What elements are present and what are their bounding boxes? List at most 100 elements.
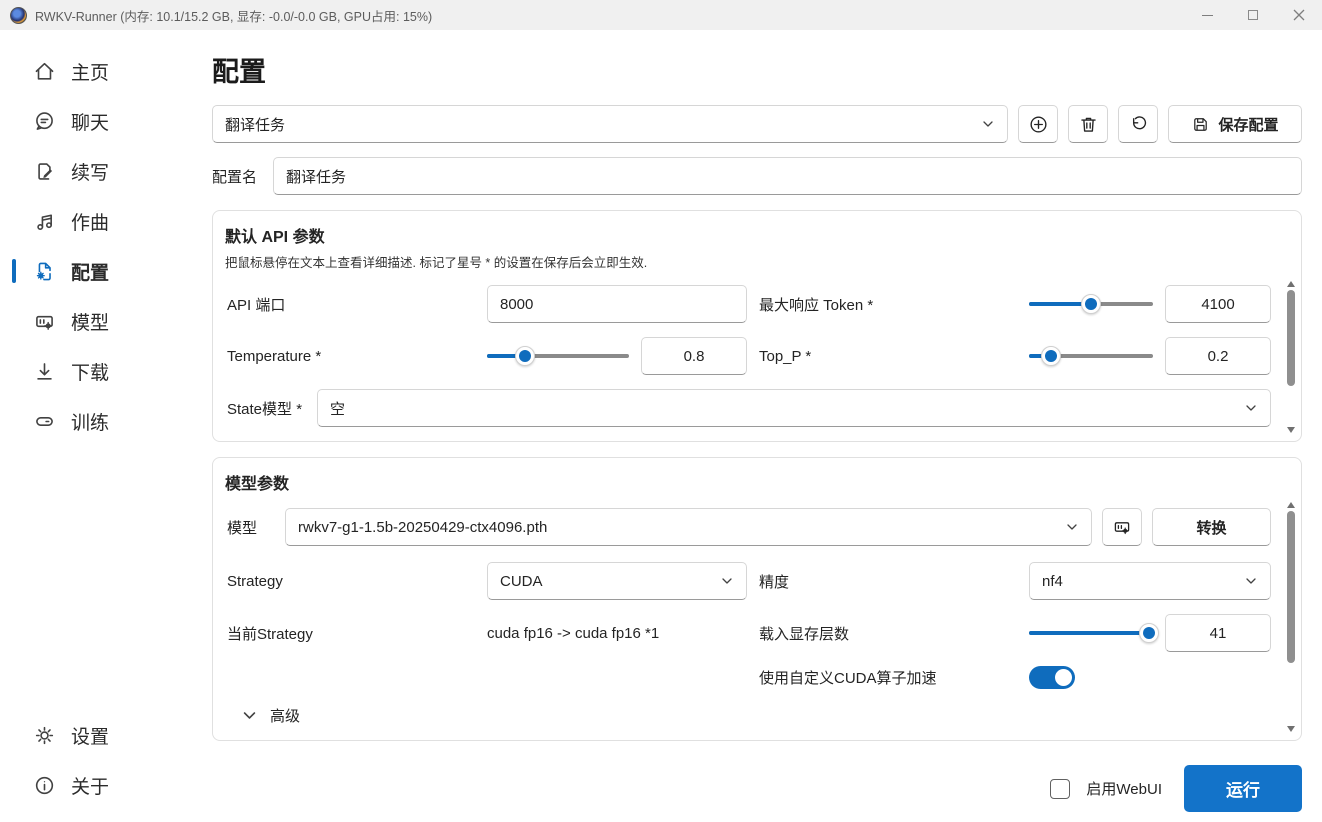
slider-thumb[interactable] — [1041, 346, 1062, 366]
strategy-select[interactable]: CUDA — [487, 562, 747, 600]
close-button[interactable] — [1276, 0, 1322, 30]
gpu-layers-value: 41 — [1209, 624, 1227, 642]
manage-models-button[interactable] — [1102, 508, 1142, 546]
sidebar-item-label: 主页 — [71, 62, 110, 84]
delete-config-button[interactable] — [1068, 105, 1108, 143]
train-icon — [32, 409, 56, 433]
save-icon — [1194, 117, 1208, 131]
model-manage-icon — [1114, 522, 1130, 535]
chevron-down-icon — [1067, 524, 1077, 530]
model-row: 模型 rwkv7-g1-1.5b-20250429-ctx4096.pth 转换 — [225, 508, 1271, 546]
enable-webui-checkbox[interactable] — [1050, 778, 1071, 799]
run-button[interactable]: 运行 — [1184, 765, 1302, 812]
custom-cuda-toggle[interactable] — [1029, 666, 1075, 689]
sidebar-item-label: 配置 — [71, 262, 110, 284]
minimize-icon — [1201, 14, 1213, 16]
scrollbar-thumb[interactable] — [1287, 290, 1295, 386]
strategy-value: CUDA — [500, 572, 543, 590]
top-p-input[interactable]: 0.2 — [1165, 337, 1271, 375]
sidebar-item-home[interactable]: 主页 — [0, 46, 190, 96]
home-icon — [32, 59, 56, 83]
sidebar-item-configs[interactable]: 配置 — [0, 246, 190, 296]
plus-circle-icon — [1029, 115, 1047, 133]
config-name-label: 配置名 — [212, 168, 258, 186]
config-name-value: 翻译任务 — [286, 168, 347, 186]
sidebar-item-label: 聊天 — [71, 112, 110, 134]
sidebar-item-chat[interactable]: 聊天 — [0, 96, 190, 146]
sidebar-item-downloads[interactable]: 下载 — [0, 346, 190, 396]
scroll-up-icon[interactable] — [1287, 502, 1295, 508]
model-card-scrollbar[interactable] — [1284, 502, 1298, 732]
advanced-toggle[interactable]: 高级 — [225, 705, 1271, 726]
sidebar-item-settings[interactable]: 设置 — [0, 710, 190, 760]
maximize-button[interactable] — [1230, 0, 1276, 30]
chevron-down-icon — [722, 578, 732, 584]
temperature-slider[interactable] — [487, 346, 629, 366]
config-name-row: 配置名 翻译任务 — [212, 157, 1302, 195]
config-preset-value: 翻译任务 — [225, 116, 286, 134]
config-name-input[interactable]: 翻译任务 — [273, 157, 1302, 195]
api-port-value: 8000 — [500, 295, 534, 313]
api-card-scrollbar[interactable] — [1284, 281, 1298, 433]
scroll-down-icon[interactable] — [1287, 726, 1295, 732]
config-toolbar: 翻译任务 保存配置 — [212, 105, 1302, 143]
settings-icon — [32, 723, 56, 747]
model-label: 模型 — [227, 519, 258, 537]
sidebar-item-label: 下载 — [71, 362, 110, 384]
state-model-select[interactable]: 空 — [317, 389, 1271, 427]
temperature-value: 0.8 — [683, 347, 705, 365]
add-config-button[interactable] — [1018, 105, 1058, 143]
app-logo-icon — [10, 6, 27, 24]
page-title: 配置 — [212, 57, 266, 87]
state-model-value: 空 — [330, 400, 346, 418]
gpu-layers-slider[interactable] — [1029, 623, 1160, 643]
save-config-label: 保存配置 — [1218, 116, 1279, 134]
sidebar-item-about[interactable]: 关于 — [0, 760, 190, 810]
scroll-down-icon[interactable] — [1287, 427, 1295, 433]
max-token-slider[interactable] — [1029, 294, 1153, 314]
slider-thumb[interactable] — [515, 346, 536, 366]
top-p-slider[interactable] — [1029, 346, 1153, 366]
chevron-down-icon — [243, 712, 256, 719]
minimize-button[interactable] — [1184, 0, 1230, 30]
about-icon — [32, 773, 56, 797]
api-params-card: 默认 API 参数 把鼠标悬停在文本上查看详细描述. 标记了星号 * 的设置在保… — [212, 210, 1302, 442]
slider-thumb[interactable] — [1139, 623, 1160, 643]
model-select[interactable]: rwkv7-g1-1.5b-20250429-ctx4096.pth — [285, 508, 1092, 546]
config-icon — [32, 259, 56, 283]
strategy-label: Strategy — [227, 572, 283, 590]
sidebar-item-label: 续写 — [71, 162, 110, 184]
api-section-subtitle: 把鼠标悬停在文本上查看详细描述. 标记了星号 * 的设置在保存后会立即生效. — [225, 256, 648, 270]
chevron-down-icon — [983, 121, 993, 127]
convert-button[interactable]: 转换 — [1152, 508, 1271, 546]
chevron-down-icon — [1246, 578, 1256, 584]
sidebar-item-label: 作曲 — [71, 212, 110, 234]
temperature-label: Temperature * — [227, 347, 322, 365]
models-icon — [32, 309, 56, 333]
precision-select[interactable]: nf4 — [1029, 562, 1271, 600]
model-params-card: 模型参数 模型 rwkv7-g1-1.5b-20250429-ctx4096.p… — [212, 457, 1302, 741]
footer-bar: 启用WebUI 运行 — [212, 755, 1302, 812]
scroll-up-icon[interactable] — [1287, 281, 1295, 287]
gpu-layers-input[interactable]: 41 — [1165, 614, 1271, 652]
precision-value: nf4 — [1042, 572, 1063, 590]
max-token-input[interactable]: 4100 — [1165, 285, 1271, 323]
chat-icon — [32, 109, 56, 133]
save-config-button[interactable]: 保存配置 — [1168, 105, 1302, 143]
slider-thumb[interactable] — [1081, 294, 1101, 314]
window-controls — [1184, 0, 1322, 30]
config-preset-select[interactable]: 翻译任务 — [212, 105, 1008, 143]
max-token-label: 最大响应 Token * — [759, 296, 874, 314]
reset-config-button[interactable] — [1118, 105, 1158, 143]
app-window: RWKV-Runner (内存: 10.1/15.2 GB, 显存: -0.0/… — [0, 0, 1322, 822]
sidebar-item-label: 模型 — [71, 312, 110, 334]
api-port-input[interactable]: 8000 — [487, 285, 747, 323]
advanced-label: 高级 — [270, 708, 301, 725]
sidebar-item-label: 关于 — [71, 776, 110, 798]
sidebar-item-train[interactable]: 训练 — [0, 396, 190, 446]
temperature-input[interactable]: 0.8 — [641, 337, 747, 375]
sidebar-item-models[interactable]: 模型 — [0, 296, 190, 346]
sidebar-item-composition[interactable]: 作曲 — [0, 196, 190, 246]
scrollbar-thumb[interactable] — [1287, 511, 1295, 663]
sidebar-item-completion[interactable]: 续写 — [0, 146, 190, 196]
